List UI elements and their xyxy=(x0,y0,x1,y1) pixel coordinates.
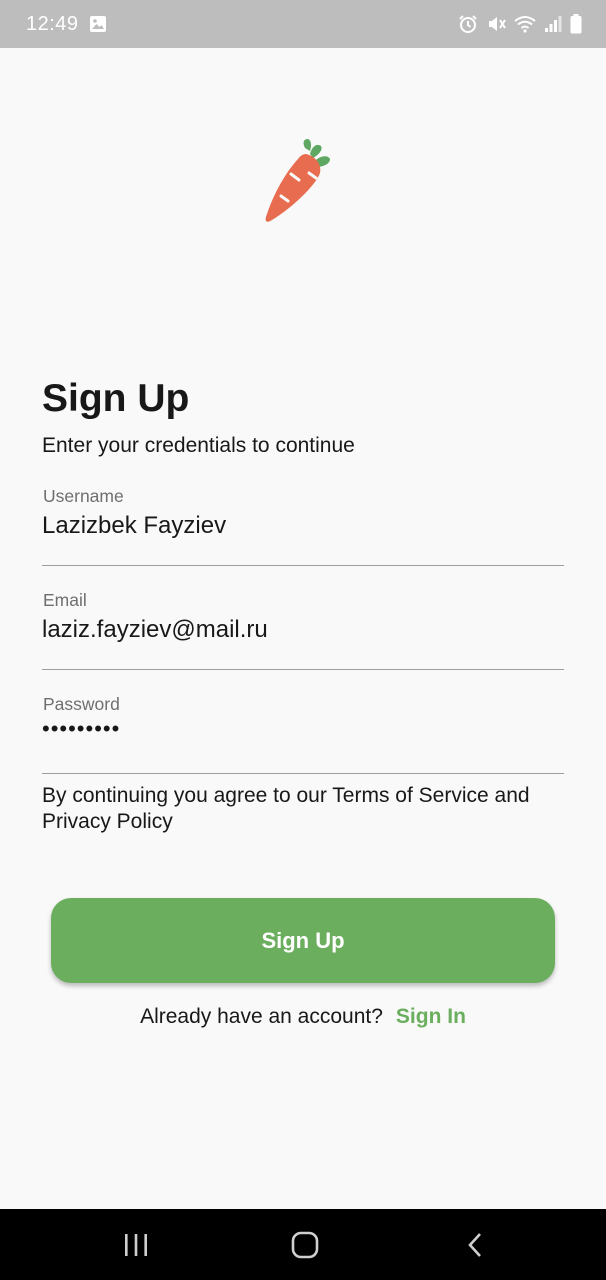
username-field[interactable]: Username xyxy=(42,486,564,566)
recent-apps-icon[interactable] xyxy=(122,1231,150,1259)
home-icon[interactable] xyxy=(290,1231,320,1259)
password-label: Password xyxy=(43,694,120,714)
email-input[interactable] xyxy=(42,616,564,644)
signin-row: Already have an account? Sign In xyxy=(0,1005,606,1029)
username-label: Username xyxy=(43,486,124,506)
battery-icon xyxy=(570,14,582,34)
username-input[interactable] xyxy=(42,512,564,540)
terms-text: By continuing you agree to our Terms of … xyxy=(42,784,530,833)
navigation-bar xyxy=(0,1209,606,1280)
back-icon[interactable] xyxy=(464,1231,488,1259)
email-label: Email xyxy=(43,590,87,610)
password-input[interactable]: ••••••••• xyxy=(42,716,120,742)
status-bar: 12:49 xyxy=(0,0,606,48)
page-title: Sign Up xyxy=(42,377,190,420)
status-time: 12:49 xyxy=(26,12,79,35)
signin-prompt: Already have an account? xyxy=(140,1005,383,1028)
wifi-icon xyxy=(514,16,536,33)
signal-icon xyxy=(545,16,562,32)
signup-button[interactable]: Sign Up xyxy=(51,898,555,983)
email-field[interactable]: Email xyxy=(42,590,564,670)
signin-link[interactable]: Sign In xyxy=(396,1005,466,1029)
password-field[interactable]: Password ••••••••• xyxy=(42,694,564,774)
page-subtitle: Enter your credentials to continue xyxy=(42,434,355,457)
carrot-icon xyxy=(265,139,330,222)
alarm-icon xyxy=(459,15,477,33)
mute-icon xyxy=(489,17,506,31)
image-icon xyxy=(89,16,106,32)
signup-screen: 12:49 Sign Up Enter your credentials to … xyxy=(0,0,606,1280)
